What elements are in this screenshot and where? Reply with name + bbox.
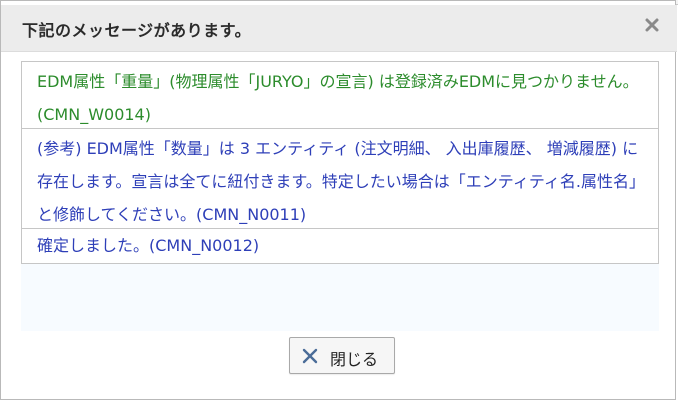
dialog-title: 下記のメッセージがあります。 — [22, 21, 252, 40]
info-message: 確定しました。(CMN_N0012) — [21, 228, 659, 264]
close-button[interactable]: 閉じる — [289, 337, 395, 374]
message-list: EDM属性「重量」(物理属性「JURYO」の宣言) は登録済みEDMに見つかりま… — [21, 61, 659, 331]
x-icon — [301, 347, 319, 365]
info-message: (参考) EDM属性「数量」は 3 エンティティ (注文明細、 入出庫履歴、 増… — [21, 128, 659, 229]
warning-message: EDM属性「重量」(物理属性「JURYO」の宣言) は登録済みEDMに見つかりま… — [21, 61, 659, 129]
close-button-label: 閉じる — [330, 350, 379, 369]
dialog-titlebar: 下記のメッセージがあります。 — [1, 5, 677, 52]
message-dialog: 下記のメッセージがあります。 EDM属性「重量」(物理属性「JURYO」の宣言)… — [0, 0, 677, 400]
close-icon[interactable] — [643, 16, 661, 34]
